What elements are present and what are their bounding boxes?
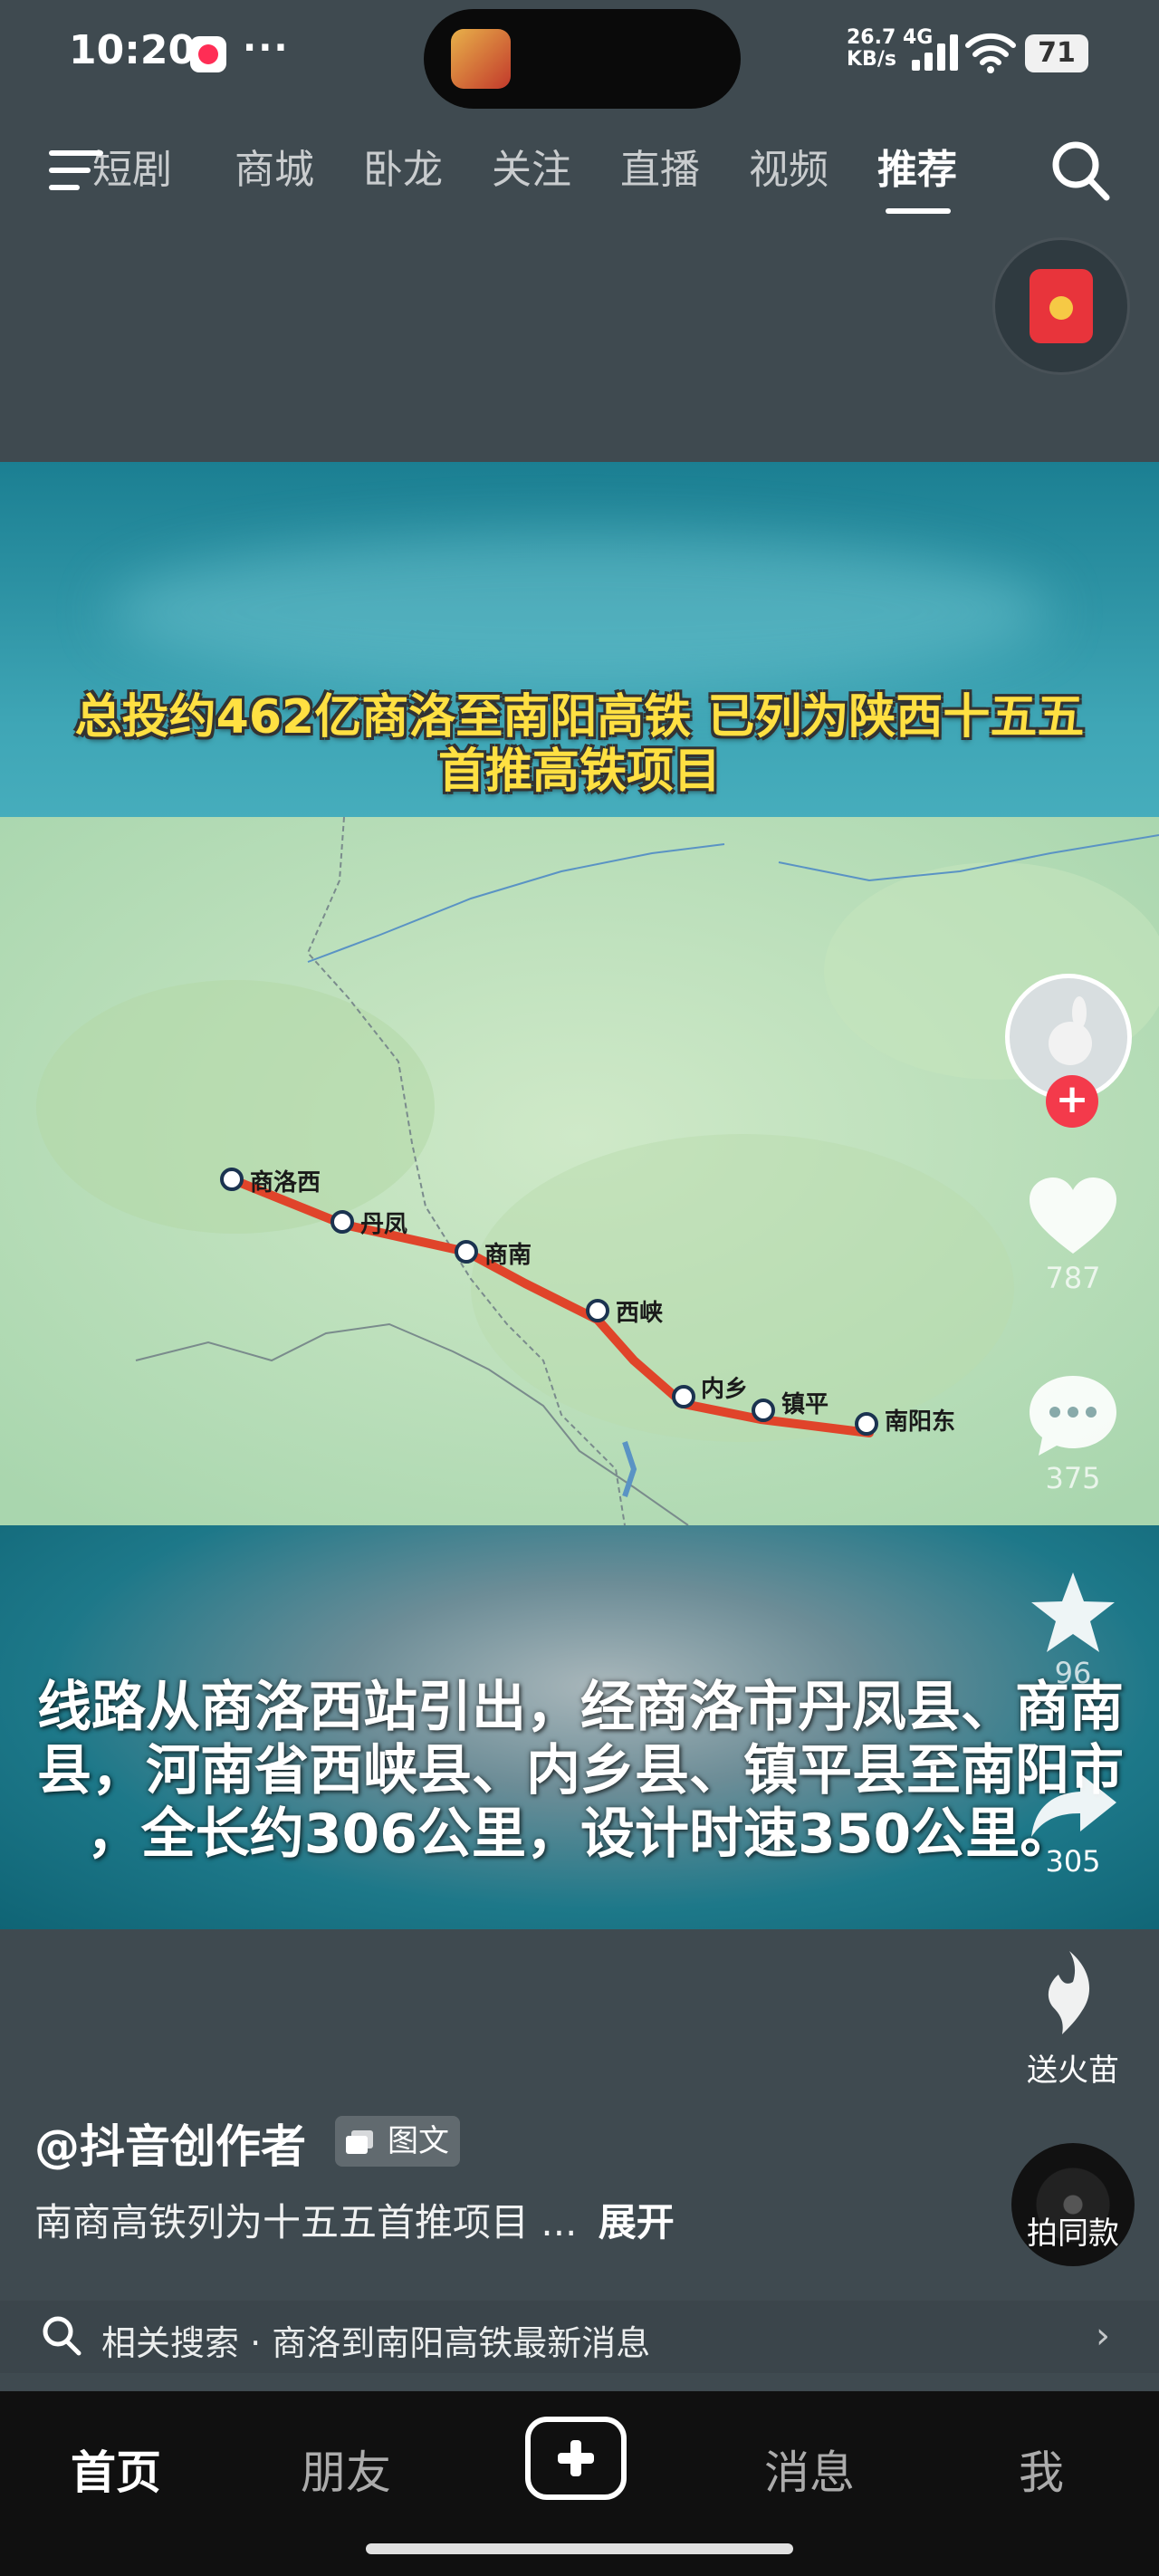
send-fire-label: 送火苗 [1027, 2052, 1119, 2089]
station-marker [220, 1168, 244, 1191]
create-post-button[interactable] [525, 2417, 627, 2500]
bottom-tab-me[interactable]: 我 [960, 2437, 1123, 2502]
station-label: 镇平 [781, 1391, 829, 1418]
share-button[interactable]: 305 [996, 1768, 1150, 1879]
share-icon [1031, 1773, 1116, 1837]
station-label: 南阳东 [885, 1408, 955, 1436]
like-button[interactable]: 787 [996, 1176, 1150, 1295]
top-nav-tabs: 短剧 商城 卧龙 关注 直播 视频 推荐 [92, 136, 982, 214]
bottom-tab-home[interactable]: 首页 [34, 2437, 197, 2502]
station-marker [672, 1385, 695, 1408]
search-icon [43, 2316, 81, 2356]
favorite-button[interactable]: 96 [996, 1569, 1150, 1690]
station-label: 商洛西 [250, 1168, 321, 1197]
station-marker [855, 1412, 878, 1436]
plus-icon [558, 2440, 594, 2476]
station-marker [586, 1299, 609, 1322]
caption-line: 线路从商洛西站引出，经商洛市丹凤县、商南 [37, 1676, 1124, 1739]
expand-link[interactable]: 展开 [599, 2200, 675, 2244]
tab-following[interactable]: 关注 [467, 136, 596, 208]
cellular-signal-icon [912, 34, 958, 71]
bottom-tab-messages[interactable]: 消息 [728, 2437, 891, 2502]
like-count: 787 [1045, 1261, 1101, 1295]
comment-button[interactable]: 375 [996, 1372, 1150, 1495]
caption-line: 县，河南省西峡县、内乡县、镇平县至南阳市 [37, 1739, 1124, 1802]
station-label: 丹凤 [360, 1211, 407, 1238]
image-text-icon [346, 2130, 373, 2154]
tab-short-drama[interactable]: 短剧 [81, 136, 210, 208]
comment-icon [1030, 1376, 1116, 1456]
send-fire-button[interactable]: 送火苗 [996, 1947, 1150, 2090]
station-label: 内乡 [701, 1376, 748, 1403]
bottom-tab-friends[interactable]: 朋友 [264, 2437, 427, 2502]
station-label: 西峡 [616, 1300, 664, 1327]
make-same-label: 拍同款 [1027, 2216, 1119, 2252]
chevron-right-icon: › [1096, 2315, 1110, 2357]
author-name[interactable]: @抖音创作者 [34, 2110, 306, 2176]
related-search-text[interactable]: 相关搜索 · 商洛到南阳高铁最新消息 [101, 2315, 650, 2365]
rabbit-avatar-icon [1049, 996, 1092, 1065]
screen-record-icon [190, 36, 226, 72]
post-description[interactable]: 南商高铁列为十五五首推项目 ... 展开 [34, 2192, 675, 2247]
make-same-button[interactable]: 拍同款 [996, 2143, 1150, 2266]
headline-line: 总投约462亿商洛至南阳高铁 已列为陕西十五五 [74, 690, 1085, 745]
headline-overlay: 总投约462亿商洛至南阳高铁 已列为陕西十五五 首推高铁项目 [36, 690, 1123, 799]
live-activity-app-icon [451, 29, 511, 89]
map-terrain-patch [36, 980, 435, 1234]
home-indicator[interactable] [366, 2543, 793, 2554]
share-count: 305 [1045, 1844, 1101, 1879]
red-packet-button[interactable] [992, 237, 1130, 375]
more-status-icon: ··· [243, 27, 290, 69]
caption-line: ，全长约306公里，设计时速350公里。 [86, 1802, 1075, 1866]
star-icon [1031, 1572, 1115, 1652]
battery-indicator: 71 [1025, 34, 1088, 72]
background-glow [109, 534, 1050, 688]
tab-video[interactable]: 视频 [724, 136, 853, 208]
station-marker [455, 1240, 478, 1264]
status-time: 10:20 [69, 27, 196, 73]
red-envelope-icon [1030, 269, 1093, 343]
tab-wolong[interactable]: 卧龙 [339, 136, 467, 208]
favorite-count: 96 [1054, 1656, 1092, 1690]
wifi-icon [965, 33, 1016, 73]
station-label: 商南 [484, 1241, 532, 1269]
route-map: 商洛西 丹凤 商南 西峡 内乡 镇平 南阳东 [0, 817, 1159, 1525]
tab-mall[interactable]: 商城 [210, 136, 339, 208]
caption-overlay: 线路从商洛西站引出，经商洛市丹凤县、商南 县，河南省西峡县、内乡县、镇平县至南阳… [0, 1676, 1159, 1866]
heart-icon [1030, 1177, 1116, 1254]
station-marker [330, 1210, 354, 1234]
tab-live[interactable]: 直播 [596, 136, 724, 208]
search-icon[interactable] [1049, 138, 1112, 203]
flame-icon [1048, 1951, 1090, 2034]
tab-recommend[interactable]: 推荐 [853, 136, 982, 214]
headline-line: 首推高铁项目 [437, 745, 721, 799]
follow-button[interactable]: + [1046, 1075, 1098, 1128]
comment-count: 375 [1045, 1461, 1101, 1495]
station-marker [752, 1399, 775, 1422]
description-text: 南商高铁列为十五五首推项目 ... [34, 2200, 578, 2244]
